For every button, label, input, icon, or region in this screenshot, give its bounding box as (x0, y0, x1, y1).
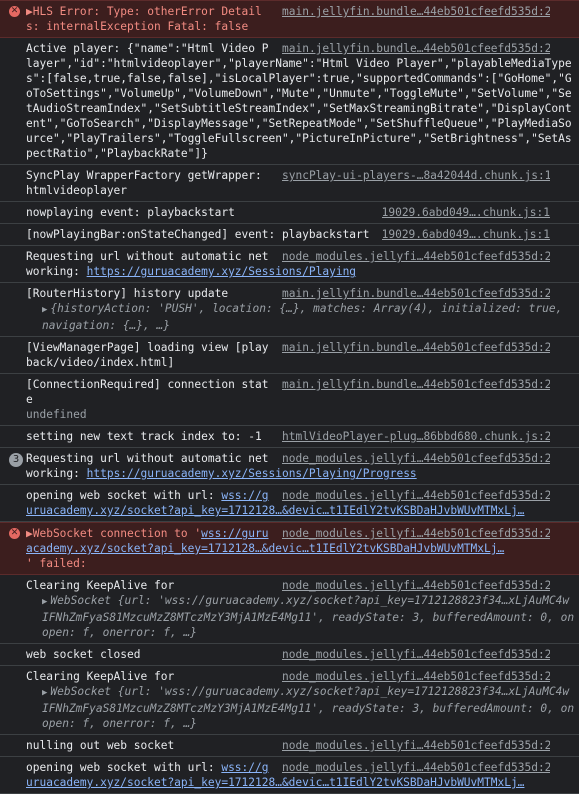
message-text: htmlVideoPlayer-plug…86bbd680.chunk.js:2… (26, 429, 575, 444)
repeat-count-badge: 3 (9, 453, 23, 467)
message-body: [RouterHistory] history update (26, 287, 229, 300)
console-message-13: ✕ node_modules.jellyfi…44eb501cfeefd535d:… (0, 522, 579, 575)
console-message-1: ✕ main.jellyfin.bundle…44eb501cfeefd535d:… (0, 0, 579, 38)
message-text: node_modules.jellyfi…44eb501cfeefd535d:2… (26, 647, 575, 662)
console-message-6: node_modules.jellyfi…44eb501cfeefd535d:2… (0, 246, 579, 283)
expand-triangle-icon[interactable]: ▶ (42, 597, 47, 607)
console-message-9: main.jellyfin.bundle…44eb501cfeefd535d:2… (0, 374, 579, 426)
expand-triangle-icon[interactable]: ▶ (42, 688, 47, 698)
message-text: main.jellyfin.bundle…44eb501cfeefd535d:2… (26, 41, 575, 161)
message-body: web socket closed (26, 648, 141, 661)
message-text: node_modules.jellyfi…44eb501cfeefd535d:2… (26, 249, 575, 279)
console-message-8: main.jellyfin.bundle…44eb501cfeefd535d:2… (0, 337, 579, 374)
console-message-15: node_modules.jellyfi…44eb501cfeefd535d:2… (0, 644, 579, 666)
source-link[interactable]: main.jellyfin.bundle…44eb501cfeefd535d:2 (282, 41, 550, 56)
message-body: [ViewManagerPage] loading view [playback… (26, 341, 269, 369)
message-body: setting new text track index to: -1 (26, 430, 262, 443)
message-body: ▶WebSocket connection to ' (26, 527, 202, 540)
source-link[interactable]: syncPlay-ui-players-…8a42044d.chunk.js:1 (282, 168, 550, 183)
message-body: [ConnectionRequired] connection state (26, 378, 269, 406)
source-link[interactable]: node_modules.jellyfi…44eb501cfeefd535d:2 (282, 526, 550, 541)
console-message-7: main.jellyfin.bundle…44eb501cfeefd535d:2… (0, 283, 579, 337)
console-message-2: main.jellyfin.bundle…44eb501cfeefd535d:2… (0, 38, 579, 165)
message-body: SyncPlay WrapperFactory getWrapper: html… (26, 169, 269, 197)
message-body: opening web socket with url: (26, 489, 222, 502)
message-text: node_modules.jellyfi…44eb501cfeefd535d:2… (26, 578, 575, 640)
error-icon: ✕ (9, 528, 20, 539)
console-log-list: ✕ main.jellyfin.bundle…44eb501cfeefd535d:… (0, 0, 579, 794)
message-text: node_modules.jellyfi…44eb501cfeefd535d:2… (26, 488, 575, 518)
source-link[interactable]: node_modules.jellyfi…44eb501cfeefd535d:2 (282, 451, 550, 466)
source-link[interactable]: main.jellyfin.bundle…44eb501cfeefd535d:2 (282, 286, 550, 301)
console-message-18: node_modules.jellyfi…44eb501cfeefd535d:2… (0, 757, 579, 794)
console-message-12: node_modules.jellyfi…44eb501cfeefd535d:2… (0, 485, 579, 522)
source-link[interactable]: htmlVideoPlayer-plug…86bbd680.chunk.js:2 (282, 429, 550, 444)
source-link[interactable]: node_modules.jellyfi…44eb501cfeefd535d:2 (282, 578, 550, 593)
message-url-link[interactable]: https://guruacademy.xyz/Sessions/Playing (87, 265, 356, 278)
source-link[interactable]: node_modules.jellyfi…44eb501cfeefd535d:2 (282, 669, 550, 684)
message-body: Clearing KeepAlive for (26, 670, 175, 683)
expand-triangle-icon[interactable]: ▶ (42, 305, 47, 315)
expandable-object[interactable]: ▶ WebSocket {url: 'wss://guruacademy.xyz/… (42, 684, 575, 731)
message-text: node_modules.jellyfi…44eb501cfeefd535d:2… (26, 738, 575, 753)
console-message-10: htmlVideoPlayer-plug…86bbd680.chunk.js:2… (0, 426, 579, 448)
message-text: node_modules.jellyfi…44eb501cfeefd535d:2… (26, 760, 575, 790)
source-link[interactable]: main.jellyfin.bundle…44eb501cfeefd535d:2 (282, 4, 550, 19)
message-body: nulling out web socket (26, 739, 175, 752)
source-link[interactable]: main.jellyfin.bundle…44eb501cfeefd535d:2 (282, 340, 550, 355)
message-text: main.jellyfin.bundle…44eb501cfeefd535d:2… (26, 340, 575, 370)
expandable-object[interactable]: ▶ WebSocket {url: 'wss://guruacademy.xyz/… (42, 593, 575, 640)
message-body: Clearing KeepAlive for (26, 579, 175, 592)
message-body: nowplaying event: playbackstart (26, 206, 235, 219)
object-preview: {historyAction: 'PUSH', location: {…}, m… (42, 302, 570, 332)
console-message-4: 19029.6abd049….chunk.js:1 nowplaying even… (0, 202, 579, 224)
message-url-link[interactable]: https://guruacademy.xyz/Sessions/Playing… (87, 467, 417, 480)
console-message-3: syncPlay-ui-players-…8a42044d.chunk.js:1… (0, 165, 579, 202)
message-body: ▶HLS Error: Type: otherError Details: in… (26, 5, 262, 33)
error-icon: ✕ (9, 6, 20, 17)
undefined-value: undefined (26, 408, 87, 421)
message-body: Active player: {"name":"Html Video Playe… (26, 42, 572, 160)
object-preview: WebSocket {url: 'wss://guruacademy.xyz/s… (42, 685, 575, 730)
message-text: syncPlay-ui-players-…8a42044d.chunk.js:1… (26, 168, 575, 198)
message-tail: ' failed: (26, 557, 87, 570)
source-link[interactable]: node_modules.jellyfi…44eb501cfeefd535d:2 (282, 249, 550, 264)
source-link[interactable]: node_modules.jellyfi…44eb501cfeefd535d:2 (282, 488, 550, 503)
object-preview: WebSocket {url: 'wss://guruacademy.xyz/s… (42, 594, 575, 639)
source-link[interactable]: node_modules.jellyfi…44eb501cfeefd535d:2 (282, 760, 550, 775)
console-message-14: node_modules.jellyfi…44eb501cfeefd535d:2… (0, 575, 579, 644)
message-text: node_modules.jellyfi…44eb501cfeefd535d:2… (26, 451, 575, 481)
message-text: node_modules.jellyfi…44eb501cfeefd535d:2… (26, 526, 575, 571)
console-message-5: 19029.6abd049….chunk.js:1 [nowPlayingBar:… (0, 224, 579, 246)
source-link[interactable]: 19029.6abd049….chunk.js:1 (382, 205, 550, 220)
message-text: main.jellyfin.bundle…44eb501cfeefd535d:2… (26, 377, 575, 422)
message-text: main.jellyfin.bundle…44eb501cfeefd535d:2… (26, 4, 575, 34)
source-link[interactable]: node_modules.jellyfi…44eb501cfeefd535d:2 (282, 647, 550, 662)
console-message-16: node_modules.jellyfi…44eb501cfeefd535d:2… (0, 666, 579, 735)
console-message-17: node_modules.jellyfi…44eb501cfeefd535d:2… (0, 735, 579, 757)
source-link[interactable]: main.jellyfin.bundle…44eb501cfeefd535d:2 (282, 377, 550, 392)
source-link[interactable]: node_modules.jellyfi…44eb501cfeefd535d:2 (282, 738, 550, 753)
message-text: node_modules.jellyfi…44eb501cfeefd535d:2… (26, 669, 575, 731)
message-text: 19029.6abd049….chunk.js:1 [nowPlayingBar:… (26, 227, 575, 242)
expandable-object[interactable]: ▶ {historyAction: 'PUSH', location: {…}, … (42, 301, 575, 333)
console-message-11: 3 node_modules.jellyfi…44eb501cfeefd535d:… (0, 448, 579, 485)
message-body: [nowPlayingBar:onStateChanged] event: pl… (26, 228, 370, 241)
message-text: 19029.6abd049….chunk.js:1 nowplaying even… (26, 205, 575, 220)
source-link[interactable]: 19029.6abd049….chunk.js:1 (382, 227, 550, 242)
message-text: main.jellyfin.bundle…44eb501cfeefd535d:2… (26, 286, 575, 333)
message-body: opening web socket with url: (26, 761, 222, 774)
